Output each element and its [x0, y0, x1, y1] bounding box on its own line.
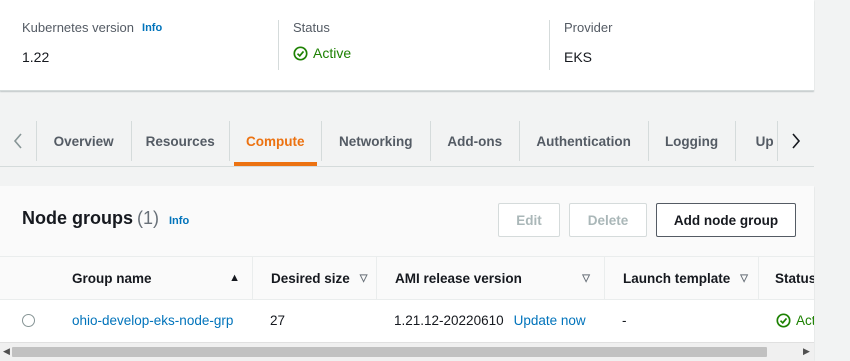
kubernetes-version-section: Kubernetes version Info 1.22 — [22, 20, 262, 70]
chevron-right-icon — [792, 133, 801, 149]
provider-value: EKS — [564, 49, 593, 65]
scrollbar-thumb[interactable] — [12, 347, 767, 357]
node-group-name-link[interactable]: ohio-develop-eks-node-grp — [72, 313, 233, 328]
node-groups-info-link[interactable]: Info — [169, 215, 189, 227]
column-group-name[interactable]: Group name ▲ — [72, 257, 250, 299]
tab-label: Compute — [245, 133, 305, 149]
tab-label: Authentication — [536, 133, 631, 149]
kubernetes-version-label: Kubernetes version — [22, 20, 135, 35]
table-horizontal-scrollbar[interactable]: ◀ ▶ — [0, 342, 814, 361]
tab-resources[interactable]: Resources — [132, 121, 230, 161]
tabs-scroll-left-button[interactable] — [0, 121, 36, 161]
column-launch-template[interactable]: Launch template ▽ — [604, 257, 758, 299]
launch-template-value: - — [622, 312, 627, 328]
check-circle-icon — [293, 45, 308, 61]
ami-version-value: 1.21.12-20220610 — [394, 312, 504, 328]
tab-add-ons[interactable]: Add-ons — [431, 121, 520, 161]
desired-size-value: 27 — [270, 312, 286, 328]
sort-icon: ▽ — [582, 272, 590, 284]
tab-compute[interactable]: Compute — [230, 121, 322, 166]
tab-update-history[interactable]: Up — [736, 121, 779, 161]
sort-icon: ▽ — [359, 272, 368, 284]
column-label: Status — [775, 270, 814, 286]
node-groups-title: Node groups (1) Info — [22, 208, 189, 229]
kubernetes-version-value: 1.22 — [22, 49, 50, 65]
node-groups-header: Node groups (1) Info Edit Delete Add nod… — [0, 186, 814, 256]
tab-authentication[interactable]: Authentication — [520, 121, 649, 161]
tab-label: Logging — [664, 133, 719, 149]
sort-ascending-icon: ▲ — [229, 272, 240, 284]
column-desired-size[interactable]: Desired size ▽ — [252, 257, 372, 299]
row-status-value: Act — [796, 312, 814, 328]
scroll-left-arrow-icon[interactable]: ◀ — [3, 346, 10, 357]
edit-button[interactable]: Edit — [498, 203, 560, 237]
kubernetes-version-info-link[interactable]: Info — [142, 22, 162, 34]
column-label: Group name — [72, 270, 152, 286]
tab-label: Overview — [53, 133, 114, 149]
chevron-left-icon — [13, 133, 22, 149]
node-groups-count: (1) — [137, 208, 159, 228]
column-ami-release-version[interactable]: AMI release version ▽ — [376, 257, 602, 299]
status-section: Status Active — [278, 20, 548, 70]
column-label: Desired size — [271, 270, 350, 286]
add-node-group-button[interactable]: Add node group — [656, 203, 796, 237]
node-groups-card: Node groups (1) Info Edit Delete Add nod… — [0, 186, 814, 360]
tabs-scroll-right-button[interactable] — [778, 121, 814, 161]
tab-logging[interactable]: Logging — [649, 121, 736, 161]
sort-icon: ▽ — [740, 272, 748, 284]
provider-section: Provider EKS — [549, 20, 814, 70]
table-row[interactable]: ohio-develop-eks-node-grp 27 1.21.12-202… — [0, 298, 814, 342]
status-value: Active — [313, 45, 352, 61]
cluster-details-card: Kubernetes version Info 1.22 Status Acti… — [0, 0, 814, 91]
tab-label: Up — [755, 133, 774, 149]
provider-label: Provider — [564, 20, 613, 35]
tab-overview[interactable]: Overview — [35, 121, 132, 161]
update-now-link[interactable]: Update now — [514, 313, 586, 328]
tab-label: Networking — [338, 133, 413, 149]
node-groups-table-header: Group name ▲ Desired size ▽ AMI release … — [0, 256, 814, 300]
status-label: Status — [293, 20, 330, 35]
tab-label: Resources — [145, 133, 215, 149]
column-label: Launch template — [623, 270, 731, 286]
delete-button[interactable]: Delete — [569, 203, 647, 237]
row-select-radio[interactable] — [22, 313, 35, 327]
page-scrollbar-track[interactable] — [820, 0, 850, 360]
column-label: AMI release version — [395, 270, 522, 286]
check-circle-icon — [776, 312, 791, 328]
scroll-right-arrow-icon[interactable]: ▶ — [803, 346, 810, 357]
tab-networking[interactable]: Networking — [322, 121, 431, 161]
column-status[interactable]: Status — [758, 257, 814, 299]
tab-label: Add-ons — [447, 133, 503, 149]
node-groups-title-text: Node groups — [22, 208, 133, 228]
cluster-tabs: Overview Resources Compute Networking Ad… — [0, 116, 814, 167]
